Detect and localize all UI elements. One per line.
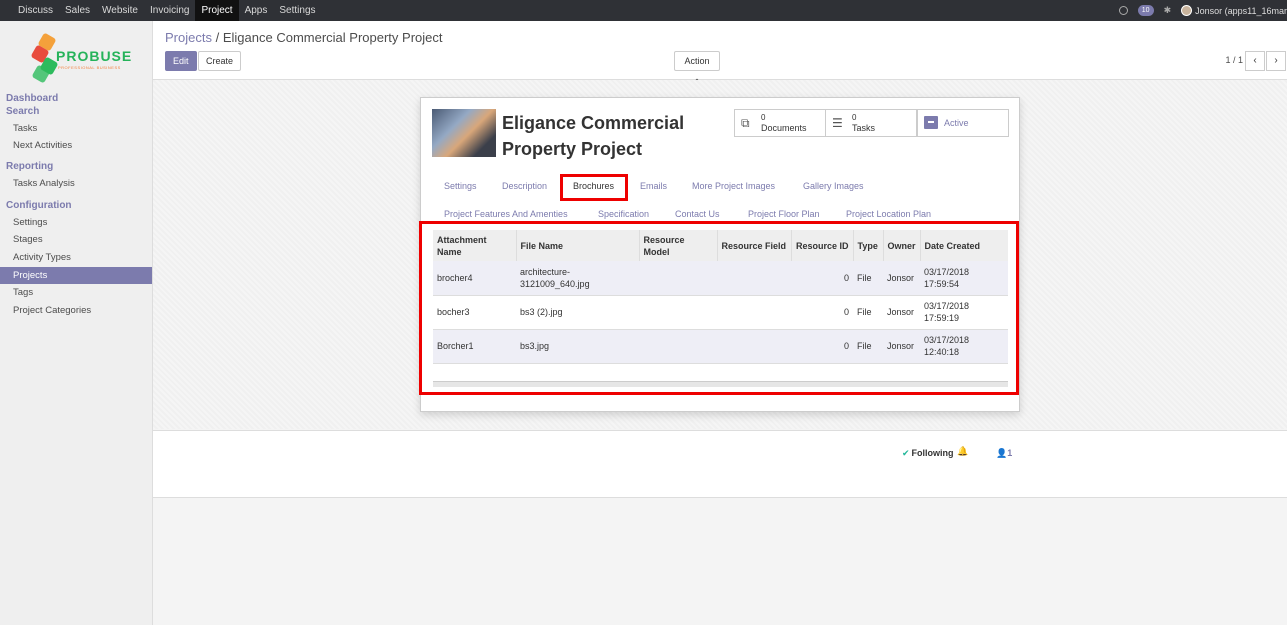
documents-label: Documents <box>761 123 807 133</box>
menu-project[interactable]: Project <box>195 0 239 21</box>
tab-contact-us[interactable]: Contact Us <box>675 209 720 219</box>
table-highlight <box>419 221 1019 395</box>
followers-button[interactable]: 👤1 <box>996 448 1012 459</box>
project-title: Eligance Commercial Property Project <box>502 110 722 162</box>
documents-icon: ⧉ <box>741 116 750 130</box>
followers-count: 1 <box>1007 448 1013 458</box>
debug-bug-icon[interactable]: ✱ <box>1164 5 1172 16</box>
tab-more-project-images[interactable]: More Project Images <box>692 181 775 191</box>
tasks-label: Tasks <box>852 123 876 133</box>
sidebar-item-project-categories[interactable]: Project Categories <box>0 302 152 319</box>
menu-website[interactable]: Website <box>96 0 144 21</box>
pager-value[interactable]: 1 / 1 <box>1225 55 1243 65</box>
avatar <box>1181 5 1193 16</box>
sidebar-section-configuration: Configuration <box>6 200 72 211</box>
bell-icon[interactable]: 🔔 <box>957 446 968 457</box>
menu-sales[interactable]: Sales <box>59 0 96 21</box>
tab-gallery-images[interactable]: Gallery Images <box>803 181 864 191</box>
sidebar-section-dashboard[interactable]: Dashboard <box>6 93 58 104</box>
sidebar-item-stages[interactable]: Stages <box>0 231 152 248</box>
company-logo[interactable]: PROBUSE PROFESSIONAL BUSINESS <box>30 32 133 84</box>
activity-clock-icon[interactable] <box>1118 6 1128 15</box>
pager-next-button[interactable]: › <box>1266 51 1286 71</box>
pager-previous-button[interactable]: ‹ <box>1245 51 1265 71</box>
control-panel: Projects / Eligance Commercial Property … <box>153 21 1287 84</box>
breadcrumb-projects-link[interactable]: Projects <box>165 30 212 45</box>
user-menu[interactable]: Jonsor (apps11_16mar <box>1181 5 1287 16</box>
logo-text: PROBUSE <box>56 48 133 64</box>
menu-invoicing[interactable]: Invoicing <box>144 0 195 21</box>
documents-stat-button[interactable]: ⧉ 0 Documents <box>734 109 826 137</box>
project-title-line2: Property Project <box>502 139 643 159</box>
project-title-line1: Eligance Commercial <box>502 113 685 133</box>
tab-project-location-plan[interactable]: Project Location Plan <box>846 209 931 219</box>
logo-tagline: PROFESSIONAL BUSINESS <box>58 65 121 70</box>
user-name: Jonsor (apps11_16mar <box>1195 5 1287 16</box>
edit-button[interactable]: Edit <box>165 51 197 71</box>
sidebar: PROBUSE PROFESSIONAL BUSINESS Dashboard … <box>0 21 153 625</box>
sidebar-item-tasks[interactable]: Tasks <box>0 120 152 137</box>
tasks-stat-button[interactable]: ☰ 0 Tasks <box>825 109 917 137</box>
form-sheet: Eligance Commercial Property Project ⧉ 0… <box>419 97 1020 412</box>
menu-settings[interactable]: Settings <box>273 0 321 21</box>
messages-badge[interactable]: 10 <box>1137 5 1154 16</box>
follow-button[interactable]: ✔ Following <box>902 448 954 459</box>
breadcrumb-separator: / <box>215 30 220 45</box>
tab-description[interactable]: Description <box>502 181 547 191</box>
sidebar-item-tasks-analysis[interactable]: Tasks Analysis <box>0 175 152 192</box>
active-label: Active <box>944 118 969 128</box>
sidebar-item-activity-types[interactable]: Activity Types <box>0 249 152 266</box>
sidebar-section-reporting: Reporting <box>6 161 54 172</box>
menu-discuss[interactable]: Discuss <box>12 0 59 21</box>
tab-project-floor-plan[interactable]: Project Floor Plan <box>748 209 820 219</box>
tab-specification[interactable]: Specification <box>598 209 649 219</box>
breadcrumb-current: Eligance Commercial Property Project <box>222 30 443 45</box>
documents-count: 0 <box>761 113 766 122</box>
breadcrumb: Projects / Eligance Commercial Property … <box>165 30 442 45</box>
systray: 10 ✱ Jonsor (apps11_16mar <box>1109 0 1287 21</box>
selected-tab-highlight <box>560 174 628 201</box>
check-icon: ✔ <box>902 448 910 458</box>
user-icon: 👤 <box>996 448 1008 458</box>
action-dropdown[interactable]: Action - <box>674 51 720 84</box>
tasks-count: 0 <box>852 113 857 122</box>
active-toggle-button[interactable]: Active <box>917 109 1009 137</box>
project-image[interactable] <box>432 109 496 157</box>
chatter: ✔ Following 🔔 👤1 <box>153 430 1287 498</box>
create-button[interactable]: Create <box>198 51 242 71</box>
top-navbar: Discuss Sales Website Invoicing Project … <box>0 0 1287 21</box>
tab-emails[interactable]: Emails <box>640 181 667 191</box>
sidebar-item-tags[interactable]: Tags <box>0 284 152 301</box>
menu-apps[interactable]: Apps <box>239 0 274 21</box>
archive-icon <box>924 116 938 129</box>
sidebar-section-search: Search <box>6 106 40 117</box>
tab-settings[interactable]: Settings <box>444 181 477 191</box>
following-label: Following <box>911 448 954 458</box>
tab-project-features[interactable]: Project Features And Amenties <box>444 209 568 219</box>
tasks-icon: ☰ <box>832 116 843 130</box>
app-menu: Discuss Sales Website Invoicing Project … <box>12 0 322 21</box>
sidebar-item-settings[interactable]: Settings <box>0 214 152 231</box>
sidebar-item-projects[interactable]: Projects <box>0 267 152 284</box>
sidebar-item-next-activities[interactable]: Next Activities <box>0 137 152 154</box>
